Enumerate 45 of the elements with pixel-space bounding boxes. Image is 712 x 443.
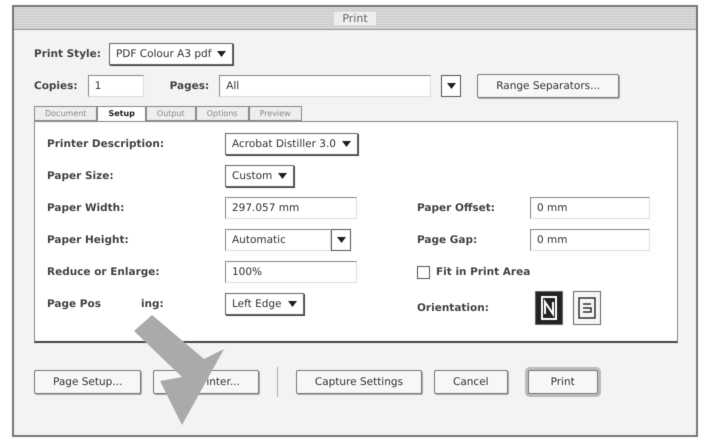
paper-height-field[interactable]: Automatic <box>225 229 331 251</box>
dropdown-button[interactable] <box>441 75 462 97</box>
window-title: Print <box>334 12 376 24</box>
portrait-page-icon <box>541 296 557 320</box>
dialog-button[interactable]: Cancel <box>434 370 508 394</box>
field-label: Print Style: <box>34 48 101 60</box>
reduce-field[interactable]: 100% <box>225 261 357 283</box>
page-gap-field[interactable]: 0 mm <box>530 229 650 251</box>
orientation-option[interactable] <box>535 291 563 325</box>
dropdown-button[interactable] <box>331 229 351 251</box>
field-label: Orientation: <box>417 302 490 314</box>
field-label: Paper Size: <box>47 170 115 182</box>
field-label: ing: <box>140 298 164 310</box>
printer-description-dropdown[interactable]: Acrobat Distiller 3.0 <box>225 133 358 155</box>
dialog-button[interactable]: Capture Settings <box>296 370 422 394</box>
field-label: Copies: <box>34 80 78 92</box>
print-style-dropdown[interactable]: PDF Colour A3 pdf <box>108 43 234 65</box>
paper-size-dropdown[interactable]: Custom <box>225 165 294 187</box>
caret-icon <box>446 83 456 89</box>
field-label: Pages: <box>170 80 210 92</box>
checkbox[interactable] <box>417 266 430 278</box>
orientation-option[interactable] <box>573 291 601 325</box>
paper-offset-field[interactable]: 0 mm <box>530 197 650 219</box>
field-label: Page Gap: <box>417 234 478 246</box>
field-label: Paper Width: <box>47 202 126 214</box>
caret-icon <box>336 237 346 243</box>
tab[interactable]: Setup <box>97 106 146 121</box>
caret-icon <box>217 51 226 57</box>
paper-width-field[interactable]: 297.057 mm <box>225 197 357 219</box>
field-label: Printer Description: <box>47 138 166 150</box>
checkbox-label: Fit in Print Area <box>436 266 530 278</box>
caret-icon <box>342 141 351 147</box>
dialog-button[interactable]: Print <box>528 370 598 394</box>
page-positioning-dropdown[interactable]: Left Edge <box>225 293 304 315</box>
copies-field[interactable]: 1 <box>88 75 144 97</box>
field-label: Paper Offset: <box>417 202 496 214</box>
dialog-button[interactable]: Page Setup... <box>34 370 142 394</box>
field-label: Paper Height: <box>47 234 130 246</box>
caret-icon <box>278 173 288 179</box>
field-label: Reduce or Enlarge: <box>47 266 161 278</box>
field-label: Page Pos <box>47 298 101 310</box>
pages-field[interactable]: All <box>219 75 432 97</box>
caret-icon <box>288 301 297 307</box>
landscape-page-icon <box>578 297 596 319</box>
range-separators-button[interactable]: Range Separators... <box>477 74 620 98</box>
